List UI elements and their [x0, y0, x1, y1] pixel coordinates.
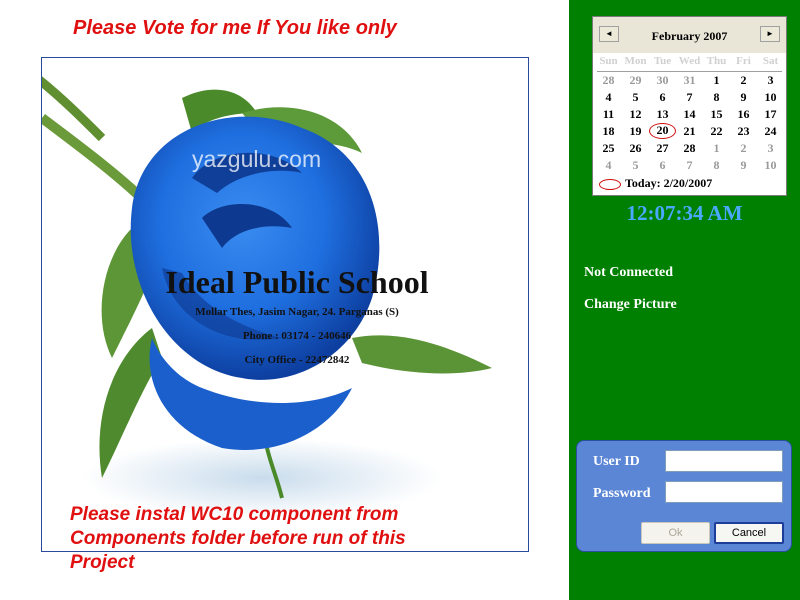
watermark-text: yazgulu.com [192, 146, 322, 172]
calendar-day[interactable]: 19 [622, 123, 649, 139]
calendar-day[interactable]: 6 [649, 157, 676, 173]
calendar-day[interactable]: 22 [703, 123, 730, 139]
calendar-day[interactable]: 10 [757, 89, 784, 105]
weekday-tue: Tue [653, 55, 672, 67]
calendar-day[interactable]: 4 [595, 89, 622, 105]
cancel-button[interactable]: Cancel [714, 522, 784, 544]
month-calendar[interactable]: ◄ February 2007 ► Sun Mon Tue Wed Thu Fri Sat … [592, 16, 787, 196]
weekday-header: Sun Mon Tue Wed Thu Fri Sat [593, 55, 786, 69]
ok-button[interactable]: Ok [641, 522, 710, 544]
user-id-input[interactable] [665, 450, 783, 472]
calendar-day[interactable]: 15 [703, 106, 730, 122]
vote-message: Please Vote for me If You like only [73, 17, 397, 39]
calendar-day[interactable]: 16 [730, 106, 757, 122]
school-phone: Phone : 03174 - 240646 [242, 330, 352, 342]
calendar-day[interactable]: 25 [595, 140, 622, 156]
calendar-header: ◄ February 2007 ► [593, 17, 786, 53]
clock: 12:07:34 AM [626, 201, 743, 225]
calendar-day[interactable]: 9 [730, 89, 757, 105]
calendar-day[interactable]: 3 [757, 140, 784, 156]
weekday-fri: Fri [736, 55, 751, 67]
calendar-day[interactable]: 24 [757, 123, 784, 139]
weekday-sat: Sat [762, 55, 779, 67]
calendar-day[interactable]: 11 [595, 106, 622, 122]
calendar-day[interactable]: 20 [649, 123, 676, 139]
calendar-day[interactable]: 2 [730, 72, 757, 88]
install-warning: Please instal WC10 component from Compon… [70, 504, 406, 573]
connection-status[interactable]: Not Connected [584, 265, 673, 281]
calendar-month-title: February 2007 [651, 29, 728, 43]
calendar-day[interactable]: 8 [703, 89, 730, 105]
calendar-day[interactable]: 26 [622, 140, 649, 156]
calendar-day[interactable]: 2 [730, 140, 757, 156]
today-label: Today: 2/20/2007 [625, 176, 713, 190]
calendar-day[interactable]: 7 [676, 89, 703, 105]
school-picture: yazgulu.com Ideal Public School Mollar T… [41, 57, 529, 552]
calendar-day[interactable]: 1 [703, 140, 730, 156]
calendar-today-link[interactable]: Today: 2/20/2007 [599, 176, 712, 191]
weekday-mon: Mon [624, 55, 647, 67]
weekday-thu: Thu [706, 55, 727, 67]
school-city-office: City Office - 22472842 [244, 354, 350, 366]
calendar-day[interactable]: 12 [622, 106, 649, 122]
calendar-day[interactable]: 21 [676, 123, 703, 139]
calendar-day[interactable]: 5 [622, 89, 649, 105]
user-id-label: User ID [593, 454, 640, 469]
weekday-sun: Sun [599, 55, 618, 67]
blue-rose-image [42, 76, 492, 518]
school-name: Ideal Public School [165, 264, 429, 300]
weekday-wed: Wed [678, 55, 701, 67]
calendar-day[interactable]: 13 [649, 106, 676, 122]
calendar-day[interactable]: 9 [730, 157, 757, 173]
calendar-day[interactable]: 6 [649, 89, 676, 105]
calendar-day[interactable]: 7 [676, 157, 703, 173]
calendar-day[interactable]: 28 [676, 140, 703, 156]
calendar-day[interactable]: 8 [703, 157, 730, 173]
calendar-day[interactable]: 14 [676, 106, 703, 122]
calendar-day[interactable]: 28 [595, 72, 622, 88]
login-panel: User ID Password Ok Cancel [576, 440, 792, 552]
calendar-day[interactable]: 1 [703, 72, 730, 88]
change-picture-link[interactable]: Change Picture [584, 297, 677, 313]
next-month-icon[interactable]: ► [760, 26, 780, 42]
today-circle-icon [599, 178, 621, 190]
school-address: Mollar Thes, Jasim Nagar, 24. Parganas (… [195, 306, 399, 318]
calendar-day[interactable]: 3 [757, 72, 784, 88]
password-input[interactable] [665, 481, 783, 503]
calendar-day[interactable]: 29 [622, 72, 649, 88]
calendar-day[interactable]: 23 [730, 123, 757, 139]
calendar-day[interactable]: 30 [649, 72, 676, 88]
calendar-day[interactable]: 18 [595, 123, 622, 139]
calendar-day[interactable]: 27 [649, 140, 676, 156]
calendar-day[interactable]: 10 [757, 157, 784, 173]
calendar-day[interactable]: 4 [595, 157, 622, 173]
password-label: Password [593, 486, 651, 501]
calendar-day[interactable]: 17 [757, 106, 784, 122]
calendar-day[interactable]: 31 [676, 72, 703, 88]
calendar-day[interactable]: 5 [622, 157, 649, 173]
